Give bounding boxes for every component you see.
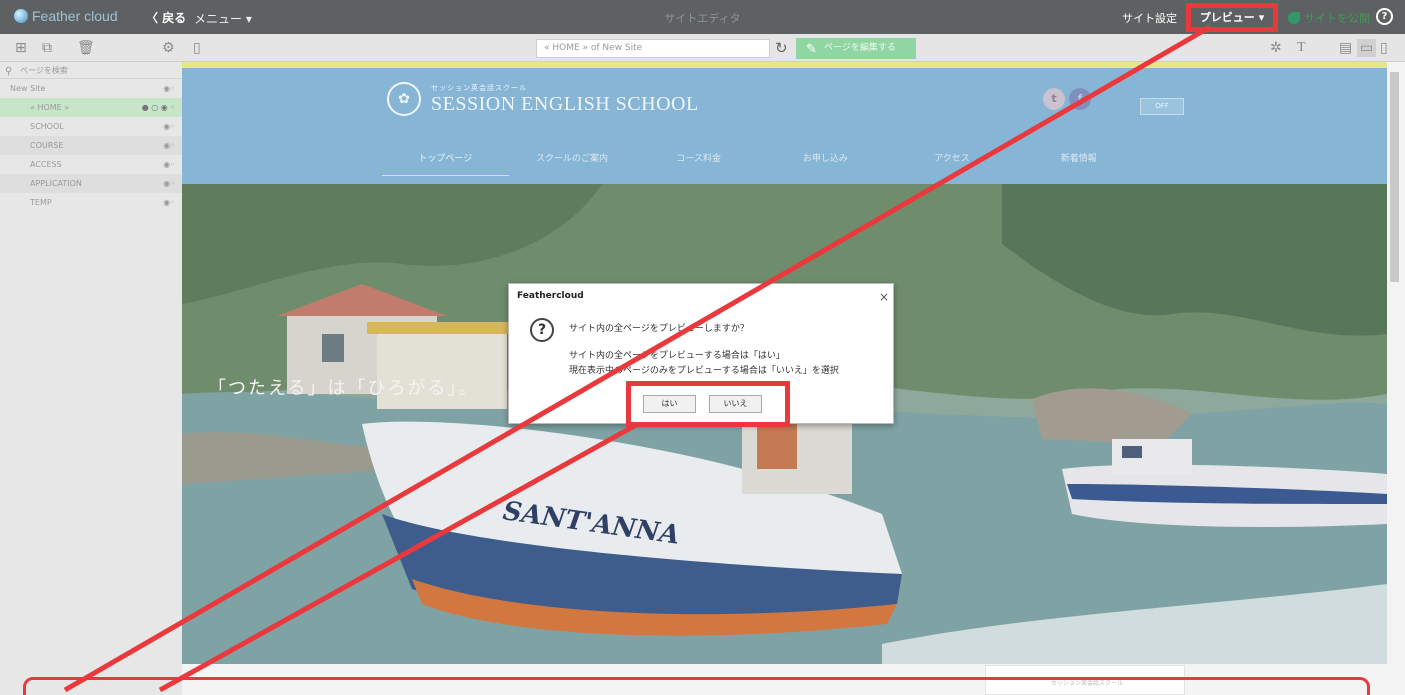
buttons-highlight-box bbox=[626, 381, 790, 427]
menu-dropdown[interactable]: メニュー ▾ bbox=[194, 10, 252, 27]
tree-page-label: APPLICATION bbox=[30, 179, 82, 188]
publish-icon bbox=[1288, 12, 1300, 24]
tree-page-label: ACCESS bbox=[30, 160, 62, 169]
app-logo-text: Feather cloud bbox=[32, 8, 118, 24]
toggle-sidebar-icon[interactable]: ▯ bbox=[193, 39, 201, 57]
visibility-icon[interactable]: ◉◦ bbox=[163, 155, 175, 174]
tree-item-page[interactable]: ACCESS ◉◦ bbox=[0, 155, 182, 174]
page-actions-icon[interactable]: ● ○ ◉ ◦ bbox=[142, 98, 175, 117]
tree-item-home[interactable]: « HOME » ● ○ ◉ ◦ bbox=[0, 98, 182, 117]
tree-item-site[interactable]: New Site ◉◦ bbox=[0, 79, 182, 98]
facebook-icon[interactable]: f bbox=[1069, 88, 1091, 110]
hero-tagline: 「つたえる」は「ひろがる」。 bbox=[208, 378, 479, 399]
dialog-question: サイト内の全ページをプレビューしますか？ bbox=[569, 324, 749, 334]
sparkle-settings-icon[interactable]: ✲ bbox=[1270, 39, 1282, 57]
tree-item-page[interactable]: COURSE ◉◦ bbox=[0, 136, 182, 155]
social-links: t f bbox=[1043, 88, 1091, 110]
tree-item-page[interactable]: SCHOOL ◉◦ bbox=[0, 117, 182, 136]
copy-page-icon[interactable]: ⧉ bbox=[42, 39, 52, 57]
tree-page-label: TEMP bbox=[30, 198, 52, 207]
feather-cloud-logo-icon bbox=[14, 9, 28, 23]
close-icon[interactable]: × bbox=[879, 290, 889, 304]
desktop-view-icon[interactable]: ▭ bbox=[1357, 39, 1377, 57]
editor-toolbar: ⊞ ⧉ 🗑 ⚙ ▯ « HOME » of New Site ↻ ✎ ページを編… bbox=[0, 34, 1405, 62]
visibility-icon[interactable]: ◉◦ bbox=[163, 174, 175, 193]
edit-page-button[interactable]: ✎ ページを編集する bbox=[796, 38, 916, 59]
nav-item[interactable]: お申し込み bbox=[762, 146, 889, 176]
school-logo-name: SESSION ENGLISH SCHOOL bbox=[431, 92, 699, 115]
app-window: Feather cloud 〈 戻る メニュー ▾ サイトエディタ サイト設定 … bbox=[0, 0, 1405, 695]
add-page-icon[interactable]: ⊞ bbox=[15, 39, 27, 57]
tree-site-label: New Site bbox=[10, 84, 46, 93]
mobile-view-icon[interactable]: ▯ bbox=[1380, 39, 1388, 57]
site-nav: トップページ スクールのご案内 コース料金 お申し込み アクセス 新着情報 bbox=[382, 146, 1142, 176]
site-settings-button[interactable]: サイト設定 bbox=[1122, 10, 1177, 26]
school-logo[interactable]: ✿ セッション英会話スクール SESSION ENGLISH SCHOOL bbox=[387, 82, 699, 116]
visibility-icon[interactable]: ◉◦ bbox=[163, 193, 175, 212]
settings-gear-icon[interactable]: ⚙ bbox=[162, 39, 175, 57]
visibility-icon[interactable]: ◉◦ bbox=[163, 79, 175, 98]
preview-highlight-box bbox=[1186, 3, 1278, 32]
nav-item[interactable]: 新着情報 bbox=[1015, 146, 1142, 176]
twitter-icon[interactable]: t bbox=[1043, 88, 1065, 110]
dialog-detail-yes: サイト内の全ページをプレビューする場合は「はい」 bbox=[569, 351, 785, 361]
trash-icon[interactable]: 🗑 bbox=[77, 39, 95, 57]
site-header: ✿ セッション英会話スクール SESSION ENGLISH SCHOOL t … bbox=[182, 68, 1387, 184]
nav-item[interactable]: トップページ bbox=[382, 146, 509, 176]
app-logo[interactable]: Feather cloud bbox=[14, 8, 118, 24]
visibility-icon[interactable]: ◉◦ bbox=[163, 136, 175, 155]
reload-icon[interactable]: ↻ bbox=[775, 39, 788, 57]
tree-page-label: SCHOOL bbox=[30, 122, 64, 131]
tree-item-page[interactable]: APPLICATION ◉◦ bbox=[0, 174, 182, 193]
pencil-icon: ✎ bbox=[806, 42, 817, 57]
scrollbar-thumb[interactable] bbox=[1390, 72, 1399, 282]
edit-page-label: ページを編集する bbox=[824, 43, 896, 53]
layout-icon[interactable]: ▤ bbox=[1339, 39, 1352, 57]
nav-item[interactable]: コース料金 bbox=[635, 146, 762, 176]
school-emblem-icon: ✿ bbox=[387, 82, 421, 116]
school-logo-subtitle: セッション英会話スクール bbox=[431, 83, 527, 92]
page-url-field[interactable]: « HOME » of New Site bbox=[536, 39, 770, 58]
canvas-scrollbar[interactable] bbox=[1387, 62, 1405, 695]
dialog-detail-no: 現在表示中のページのみをプレビューする場合は「いいえ」を選択 bbox=[569, 366, 839, 376]
page-tree-sidebar: ⚲ ページを検索 New Site ◉◦ « HOME » ● ○ ◉ ◦ SC… bbox=[0, 62, 182, 695]
tree-page-label: COURSE bbox=[30, 141, 64, 150]
text-style-icon[interactable]: T bbox=[1297, 39, 1306, 57]
tree-item-page[interactable]: TEMP ◉◦ bbox=[0, 193, 182, 212]
search-icon: ⚲ bbox=[5, 66, 13, 77]
page-search-field[interactable]: ⚲ ページを検索 bbox=[0, 62, 182, 79]
nav-item[interactable]: アクセス bbox=[889, 146, 1016, 176]
off-toggle[interactable]: OFF bbox=[1140, 98, 1184, 115]
publish-button[interactable]: サイトを公開 bbox=[1288, 10, 1370, 26]
nav-item[interactable]: スクールのご案内 bbox=[509, 146, 636, 176]
back-button[interactable]: 〈 戻る bbox=[146, 9, 186, 26]
page-search-placeholder: ページを検索 bbox=[20, 66, 68, 75]
dialog-title: Feathercloud bbox=[517, 291, 584, 301]
question-icon: ? bbox=[530, 318, 554, 342]
publish-label: サイトを公開 bbox=[1304, 12, 1370, 25]
visibility-icon[interactable]: ◉◦ bbox=[163, 117, 175, 136]
tree-home-label: « HOME » bbox=[30, 103, 70, 112]
annotation-callout bbox=[23, 677, 1370, 695]
help-icon[interactable]: ? bbox=[1376, 8, 1393, 25]
